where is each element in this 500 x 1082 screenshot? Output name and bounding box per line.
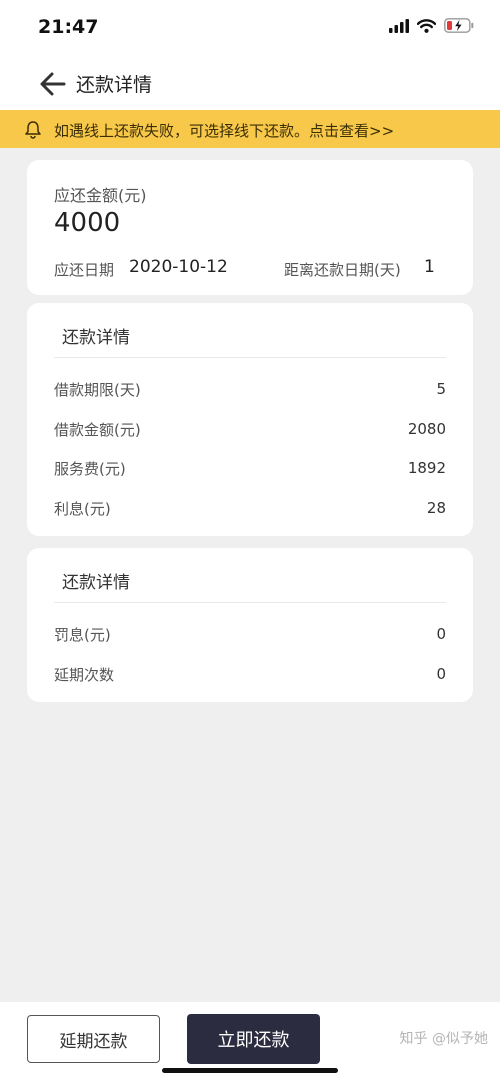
- row-value: 2080: [407, 420, 446, 438]
- due-date-value: 2020-10-12: [129, 257, 228, 277]
- status-icons: [389, 18, 474, 33]
- offline-repayment-notice[interactable]: 如遇线上还款失败，可选择线下还款。点击查看>>: [0, 110, 500, 148]
- status-bar: 21:47: [0, 0, 500, 58]
- row-label: 借款期限(天): [54, 380, 141, 399]
- nav-bar: 还款详情: [0, 58, 500, 110]
- repayment-detail-card: 还款详情 借款期限(天) 5 借款金额(元) 2080 服务费(元) 1892 …: [27, 303, 473, 536]
- detail-row-loan-term: 借款期限(天) 5: [54, 377, 446, 401]
- row-value: 0: [436, 625, 446, 643]
- card-title: 还款详情: [62, 328, 130, 348]
- days-left-value: 1: [424, 257, 435, 277]
- detail-row-service-fee: 服务费(元) 1892: [54, 456, 446, 480]
- detail-row-interest: 利息(元) 28: [54, 496, 446, 520]
- card-title: 还款详情: [62, 573, 130, 593]
- battery-charging-icon: [444, 18, 474, 33]
- amount-due-label: 应还金额(元): [54, 186, 147, 205]
- cellular-signal-icon: [389, 18, 409, 33]
- detail-row-extension-count: 延期次数 0: [54, 662, 446, 686]
- row-label: 服务费(元): [54, 459, 126, 478]
- row-value: 1892: [407, 459, 446, 477]
- divider: [54, 602, 446, 603]
- page-title: 还款详情: [76, 74, 153, 96]
- row-label: 延期次数: [54, 665, 115, 684]
- notice-text: 如遇线上还款失败，可选择线下还款。点击查看>>: [54, 122, 395, 140]
- pay-now-button[interactable]: 立即还款: [187, 1014, 320, 1064]
- row-value: 28: [426, 499, 446, 517]
- detail-row-penalty-interest: 罚息(元) 0: [54, 622, 446, 646]
- wifi-icon: [417, 18, 436, 33]
- row-label: 借款金额(元): [54, 420, 141, 439]
- extend-repayment-button[interactable]: 延期还款: [27, 1015, 160, 1063]
- detail-row-loan-amount: 借款金额(元) 2080: [54, 417, 446, 441]
- penalty-detail-card: 还款详情 罚息(元) 0 延期次数 0: [27, 548, 473, 702]
- status-time: 21:47: [38, 16, 99, 38]
- arrow-left-icon[interactable]: [38, 70, 68, 98]
- row-label: 罚息(元): [54, 625, 111, 644]
- divider: [54, 357, 446, 358]
- row-value: 5: [436, 380, 446, 398]
- row-label: 利息(元): [54, 499, 111, 518]
- days-left-label: 距离还款日期(天): [284, 261, 401, 279]
- bottom-action-bar: 延期还款 立即还款 知乎 @似予她: [0, 1002, 500, 1082]
- screen: 21:47 还款详情 如遇线上还款失败，可选择线下还款。点击查看>> 应还金额(…: [0, 0, 500, 1082]
- amount-due-value: 4000: [54, 208, 121, 238]
- row-value: 0: [436, 665, 446, 683]
- home-indicator[interactable]: [162, 1068, 338, 1073]
- due-date-label: 应还日期: [54, 261, 115, 279]
- repayment-summary-card: 应还金额(元) 4000 应还日期 2020-10-12 距离还款日期(天) 1: [27, 160, 473, 295]
- watermark: 知乎 @似予她: [399, 1031, 488, 1047]
- bell-icon: [25, 121, 41, 139]
